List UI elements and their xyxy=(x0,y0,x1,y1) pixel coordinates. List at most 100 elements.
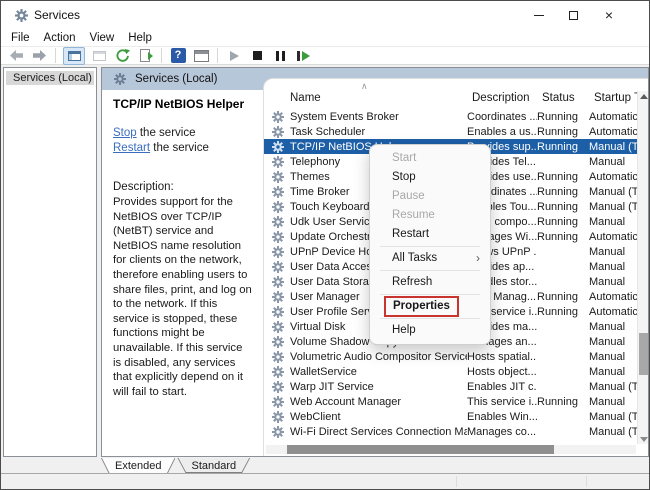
service-gear-icon xyxy=(272,366,284,378)
pause-service-icon[interactable] xyxy=(271,47,289,65)
services-app-icon xyxy=(15,9,28,25)
service-gear-icon xyxy=(264,336,285,348)
statusbar-divider xyxy=(586,476,587,487)
horizontal-scrollbar-thumb[interactable] xyxy=(287,445,554,454)
service-gear-icon xyxy=(264,351,285,363)
maximize-button[interactable] xyxy=(556,1,590,29)
context-menu-item-properties[interactable]: Properties xyxy=(370,297,490,316)
service-gear-icon xyxy=(272,186,284,198)
cell-name: Volumetric Audio Compositor Service xyxy=(285,351,467,363)
column-header-status[interactable]: Status xyxy=(542,92,575,104)
back-arrow-icon[interactable] xyxy=(7,47,25,65)
context-menu-item-all-tasks[interactable]: All Tasks› xyxy=(370,249,490,268)
refresh-icon[interactable] xyxy=(113,47,131,65)
export-list-icon[interactable] xyxy=(136,47,154,65)
help-icon[interactable] xyxy=(169,47,187,65)
table-row[interactable]: System Events BrokerCoordinates ...Runni… xyxy=(264,109,648,124)
restart-service-icon[interactable] xyxy=(294,47,312,65)
vertical-scrollbar-thumb[interactable] xyxy=(639,333,648,375)
cell-desc: Enables Win... xyxy=(467,411,537,423)
close-button[interactable]: × xyxy=(592,1,626,29)
service-gear-icon xyxy=(264,276,285,288)
restart-service-line: Restart the service xyxy=(113,141,252,156)
cell-status: Running xyxy=(537,201,589,213)
service-gear-icon xyxy=(264,171,285,183)
window-title: Services xyxy=(34,8,80,22)
menu-separator xyxy=(380,294,480,295)
stop-service-icon[interactable] xyxy=(248,47,266,65)
table-row[interactable]: Wi-Fi Direct Services Connection Mana...… xyxy=(264,424,648,439)
table-row[interactable]: WalletServiceHosts object...Manual xyxy=(264,364,648,379)
restart-service-link[interactable]: Restart xyxy=(113,142,150,154)
tab-standard[interactable]: Standard xyxy=(177,458,250,473)
show-window-icon[interactable] xyxy=(192,47,210,65)
context-menu-item-pause: Pause xyxy=(370,187,490,206)
context-menu-item-restart[interactable]: Restart xyxy=(370,225,490,244)
start-service-icon xyxy=(225,47,243,65)
menu-separator xyxy=(380,270,480,271)
table-row[interactable]: Web Account ManagerThis service i...Runn… xyxy=(264,394,648,409)
service-gear-icon xyxy=(264,156,285,168)
menu-action[interactable]: Action xyxy=(37,32,83,44)
scroll-up-button[interactable] xyxy=(638,91,648,101)
context-menu-item-refresh[interactable]: Refresh xyxy=(370,273,490,292)
vertical-scrollbar[interactable] xyxy=(637,91,648,444)
cell-desc: Hosts spatial... xyxy=(467,351,537,363)
menu-file[interactable]: File xyxy=(4,32,37,44)
menu-item-label: Stop xyxy=(392,168,416,187)
toolbar-separator xyxy=(55,48,56,63)
service-gear-icon xyxy=(264,261,285,273)
titlebar[interactable]: Services × xyxy=(1,1,649,29)
service-gear-icon xyxy=(272,261,284,273)
stop-service-link[interactable]: Stop xyxy=(113,127,137,139)
forward-arrow-icon[interactable] xyxy=(30,47,48,65)
table-row[interactable]: Task SchedulerEnables a us...RunningAuto… xyxy=(264,124,648,139)
context-menu-item-stop[interactable]: Stop xyxy=(370,168,490,187)
scroll-down-button[interactable] xyxy=(638,434,648,444)
description-label: Description: xyxy=(113,181,252,193)
column-header-name[interactable]: Name xyxy=(290,92,321,104)
services-window: Services × File Action View Help xyxy=(0,0,650,490)
tree-item-services-local[interactable]: Services (Local) xyxy=(6,71,94,85)
horizontal-scrollbar[interactable] xyxy=(266,445,636,454)
service-gear-icon xyxy=(264,366,285,378)
service-gear-icon xyxy=(272,276,284,288)
service-gear-icon xyxy=(264,306,285,318)
service-gear-icon xyxy=(272,231,284,243)
service-gear-icon xyxy=(272,411,284,423)
cell-status: Running xyxy=(537,306,589,318)
description-text: Provides support for the NetBIOS over TC… xyxy=(113,195,252,399)
table-row[interactable]: WebClientEnables Win...Manual (T xyxy=(264,409,648,424)
cell-status: Running xyxy=(537,216,589,228)
service-gear-icon xyxy=(272,306,284,318)
show-console-tree-icon[interactable] xyxy=(63,47,85,65)
menu-view[interactable]: View xyxy=(83,32,122,44)
console-tree-panel: Services (Local) xyxy=(3,67,97,457)
service-gear-icon xyxy=(264,141,285,153)
toolbar-separator xyxy=(217,48,218,63)
service-gear-icon xyxy=(114,73,126,85)
cell-desc: Manages co... xyxy=(467,426,537,438)
menu-item-label: Help xyxy=(392,321,416,340)
menu-help[interactable]: Help xyxy=(121,32,159,44)
service-gear-icon xyxy=(272,216,284,228)
menu-separator xyxy=(380,318,480,319)
toolbar-separator xyxy=(161,48,162,63)
service-gear-icon xyxy=(272,291,284,303)
tab-extended[interactable]: Extended xyxy=(101,458,175,474)
service-gear-icon xyxy=(272,321,284,333)
service-gear-icon xyxy=(272,201,284,213)
column-header-description[interactable]: Description xyxy=(472,92,530,104)
context-menu-item-help[interactable]: Help xyxy=(370,321,490,340)
cell-status: Running xyxy=(537,231,589,243)
minimize-button[interactable] xyxy=(522,1,556,29)
service-gear-icon xyxy=(272,381,284,393)
service-gear-icon xyxy=(264,246,285,258)
table-row[interactable]: Volumetric Audio Compositor ServiceHosts… xyxy=(264,349,648,364)
service-gear-icon xyxy=(264,126,285,138)
menu-item-label: Restart xyxy=(392,225,429,244)
service-gear-icon xyxy=(264,201,285,213)
service-gear-icon xyxy=(272,246,284,258)
service-info-panel: TCP/IP NetBIOS Helper Stop the service R… xyxy=(102,90,263,456)
table-row[interactable]: Warp JIT ServiceEnables JIT c...Manual (… xyxy=(264,379,648,394)
